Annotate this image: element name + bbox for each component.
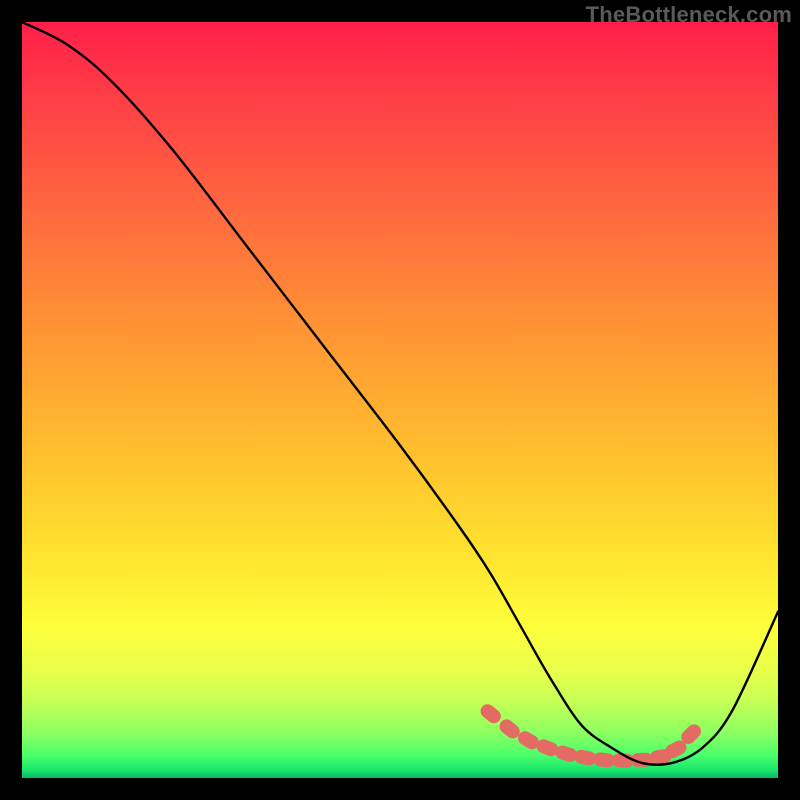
bottleneck-curve	[22, 22, 778, 765]
marker-dot	[478, 701, 504, 726]
plot-area	[22, 22, 778, 778]
chart-frame: TheBottleneck.com	[0, 0, 800, 800]
watermark-text: TheBottleneck.com	[586, 2, 792, 28]
curve-layer	[22, 22, 778, 778]
